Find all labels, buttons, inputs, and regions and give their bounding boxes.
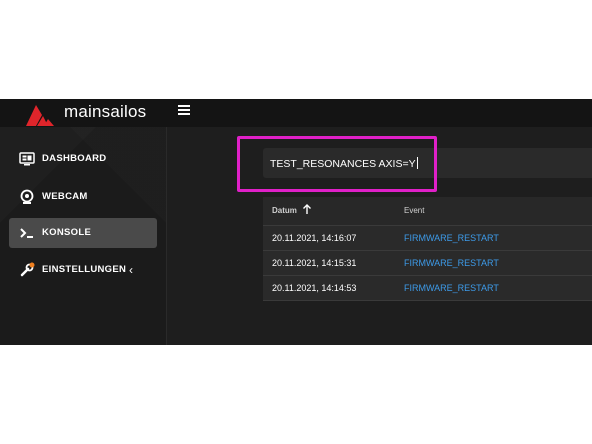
sidebar-item-webcam[interactable]: WEBCAM	[9, 182, 157, 212]
chevron-left-icon[interactable]: ‹	[129, 263, 133, 277]
menu-hamburger-icon[interactable]	[178, 105, 190, 115]
sidebar-item-label: WEBCAM	[42, 191, 88, 202]
webcam-icon	[20, 189, 34, 204]
column-header-datum[interactable]: Datum	[272, 206, 297, 215]
arrow-up-icon[interactable]	[302, 203, 312, 215]
sidebar-nav: DASHBOARD WEBCAM KONSOLE EINSTELLUNGEN ‹	[0, 127, 167, 345]
text-caret	[416, 157, 418, 169]
sidebar-item-dashboard[interactable]: DASHBOARD	[9, 144, 157, 174]
sidebar-item-einstellungen[interactable]: EINSTELLUNGEN ‹	[9, 255, 157, 285]
table-header: Datum Event	[263, 197, 592, 226]
command-input-value: TEST_RESONANCES AXIS=Y	[270, 157, 418, 170]
mainsail-app-window: mainsailos DASHBOARD WEBCAM KONSOLE EINS…	[0, 99, 592, 345]
sidebar-item-label: EINSTELLUNGEN	[42, 264, 127, 275]
table-row: 20.11.2021, 14:16:07 FIRMWARE_RESTART	[263, 226, 592, 251]
row-event-link[interactable]: FIRMWARE_RESTART	[404, 283, 499, 293]
row-date: 20.11.2021, 14:16:07	[272, 233, 357, 243]
column-header-event: Event	[404, 206, 425, 215]
row-date: 20.11.2021, 14:14:53	[272, 283, 357, 293]
row-date: 20.11.2021, 14:15:31	[272, 258, 357, 268]
console-history-table: Datum Event 20.11.2021, 14:16:07 FIRMWAR…	[263, 197, 592, 301]
logo-area[interactable]: mainsailos	[0, 99, 166, 127]
row-event-link[interactable]: FIRMWARE_RESTART	[404, 233, 499, 243]
table-row: 20.11.2021, 14:15:31 FIRMWARE_RESTART	[263, 251, 592, 276]
app-title: mainsailos	[64, 102, 147, 121]
console-panel: TEST_RESONANCES AXIS=Y Datum Event 20.11…	[167, 127, 592, 345]
sidebar-item-label: DASHBOARD	[42, 153, 107, 164]
top-app-bar: mainsailos	[0, 99, 592, 127]
sidebar-item-konsole[interactable]: KONSOLE	[9, 218, 157, 248]
command-input[interactable]: TEST_RESONANCES AXIS=Y	[263, 148, 592, 178]
mainsail-logo-icon	[26, 105, 54, 126]
console-icon	[20, 228, 33, 238]
row-event-link[interactable]: FIRMWARE_RESTART	[404, 258, 499, 268]
table-row: 20.11.2021, 14:14:53 FIRMWARE_RESTART	[263, 276, 592, 301]
sidebar-item-label: KONSOLE	[42, 227, 92, 238]
monitor-dashboard-icon	[19, 152, 35, 166]
wrench-settings-icon	[20, 262, 35, 277]
